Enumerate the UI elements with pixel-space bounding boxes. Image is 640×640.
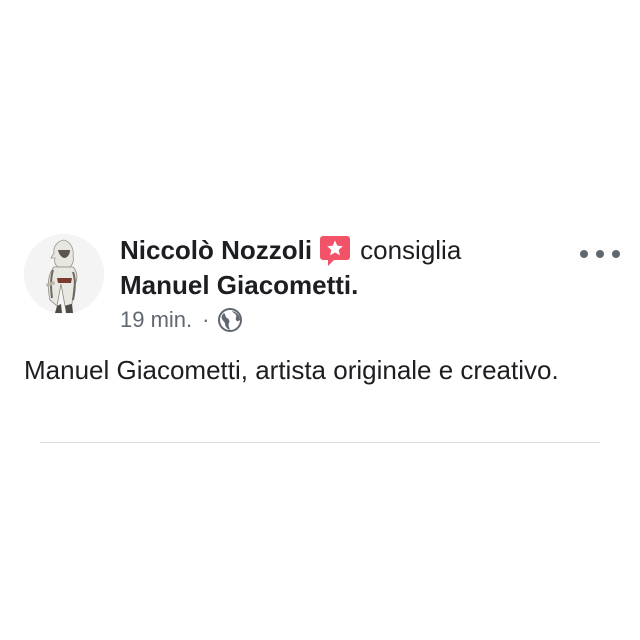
recommendation-post: Niccolò Nozzoli consiglia Manuel Giacome… [0,0,640,640]
meta-separator: · [202,307,210,332]
divider [40,442,600,443]
recommended-page-name[interactable]: Manuel Giacometti. [120,270,358,300]
author-name[interactable]: Niccolò Nozzoli [120,233,312,267]
more-dot [596,250,604,258]
post-header: Niccolò Nozzoli consiglia [120,233,461,267]
avatar[interactable] [24,234,104,314]
post-text: Manuel Giacometti, artista originale e c… [24,355,559,385]
more-dot [580,250,588,258]
avatar-image [24,234,104,314]
recommendation-star-icon [318,233,352,267]
recommended-page: Manuel Giacometti. [120,268,358,302]
action-text: consiglia [360,235,462,265]
globe-icon[interactable] [217,307,243,333]
post-meta: 19 min. · [120,305,243,335]
more-dot [612,250,620,258]
timestamp[interactable]: 19 min. [120,305,192,335]
more-options-icon[interactable] [580,244,620,264]
